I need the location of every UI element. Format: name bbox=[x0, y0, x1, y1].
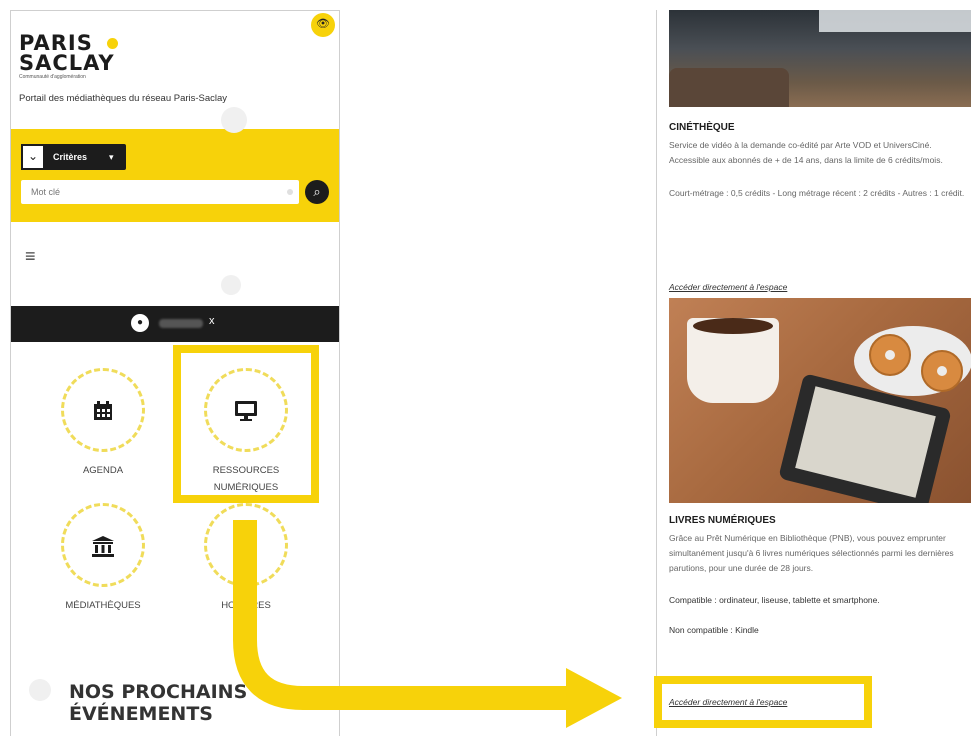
flow-arrow bbox=[233, 520, 622, 728]
